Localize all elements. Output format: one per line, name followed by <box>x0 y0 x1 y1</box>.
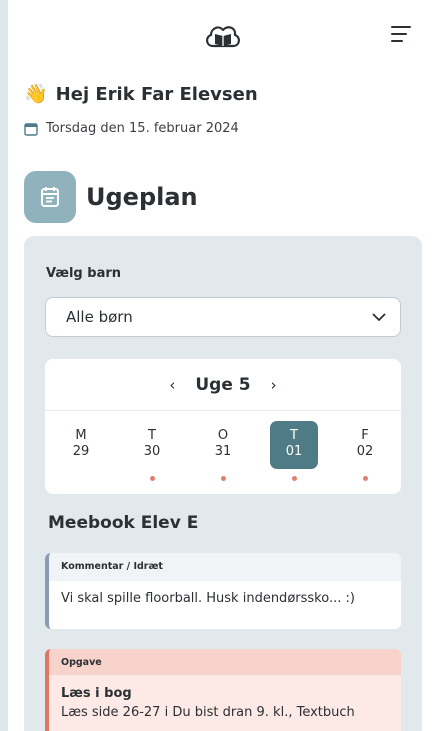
current-date: Torsdag den 15. februar 2024 <box>24 121 239 136</box>
child-select-value: Alle børn <box>66 308 133 326</box>
app-page: 👋 Hej Erik Far Elevsen Torsdag den 15. f… <box>8 0 433 731</box>
week-days: M 29 T 30 O 31 T 01 F 02 <box>45 411 401 493</box>
day-date: 29 <box>72 444 90 459</box>
waving-hand-icon: 👋 <box>24 83 48 105</box>
calendar-list-icon <box>24 171 76 223</box>
calendar-icon <box>24 122 38 136</box>
day-date: 31 <box>214 444 232 459</box>
day-tuesday[interactable]: T 30 <box>128 421 176 469</box>
chevron-down-icon <box>372 313 386 321</box>
page-title: Ugeplan <box>86 183 198 211</box>
assignment-card[interactable]: Opgave Læs i bog Læs side 26-27 i Du bis… <box>45 649 401 731</box>
card-body: Læs side 26-27 i Du bist dran 9. kl., Te… <box>61 705 355 720</box>
day-date: 30 <box>143 444 161 459</box>
event-dot <box>363 476 368 481</box>
day-monday[interactable]: M 29 <box>57 421 105 469</box>
day-thursday[interactable]: T 01 <box>270 421 318 469</box>
card-type: Opgave <box>49 649 401 675</box>
top-bar <box>8 0 433 64</box>
event-dot <box>221 476 226 481</box>
previous-week-button[interactable]: ‹ <box>149 376 195 394</box>
week-label: Uge 5 <box>195 374 251 395</box>
card-body: Vi skal spille floorball. Husk indendørs… <box>61 591 355 606</box>
day-letter: F <box>361 428 369 443</box>
event-dot <box>292 476 297 481</box>
student-name: Meebook Elev E <box>48 513 199 533</box>
day-letter: T <box>148 428 156 443</box>
day-friday[interactable]: F 02 <box>341 421 389 469</box>
greeting: 👋 Hej Erik Far Elevsen <box>24 84 258 105</box>
day-letter: T <box>290 428 298 443</box>
week-calendar: ‹ Uge 5 › M 29 T 30 O 31 T 01 F 02 <box>45 359 401 494</box>
day-wednesday[interactable]: O 31 <box>199 421 247 469</box>
date-text: Torsdag den 15. februar 2024 <box>46 121 239 136</box>
next-week-button[interactable]: › <box>251 376 297 394</box>
card-title: Læs i bog <box>61 686 132 701</box>
weekplan-panel: Vælg barn Alle børn ‹ Uge 5 › M 29 T 30 <box>24 236 422 731</box>
card-content: Læs i bog Læs side 26-27 i Du bist dran … <box>49 675 401 731</box>
hamburger-menu-icon[interactable] <box>391 26 413 46</box>
cloud-book-icon[interactable] <box>203 20 243 52</box>
week-navigation: ‹ Uge 5 › <box>45 359 401 411</box>
day-date: 02 <box>356 444 374 459</box>
day-date: 01 <box>285 444 303 459</box>
comment-card[interactable]: Kommentar / Idræt Vi skal spille floorba… <box>45 553 401 629</box>
day-letter: O <box>217 428 229 443</box>
event-dot <box>150 476 155 481</box>
child-select-label: Vælg barn <box>46 266 122 281</box>
day-letter: M <box>75 428 87 443</box>
section-header: Ugeplan <box>24 171 198 223</box>
child-select[interactable]: Alle børn <box>45 297 401 337</box>
greeting-text: Hej Erik Far Elevsen <box>55 84 258 105</box>
card-type: Kommentar / Idræt <box>49 553 401 581</box>
